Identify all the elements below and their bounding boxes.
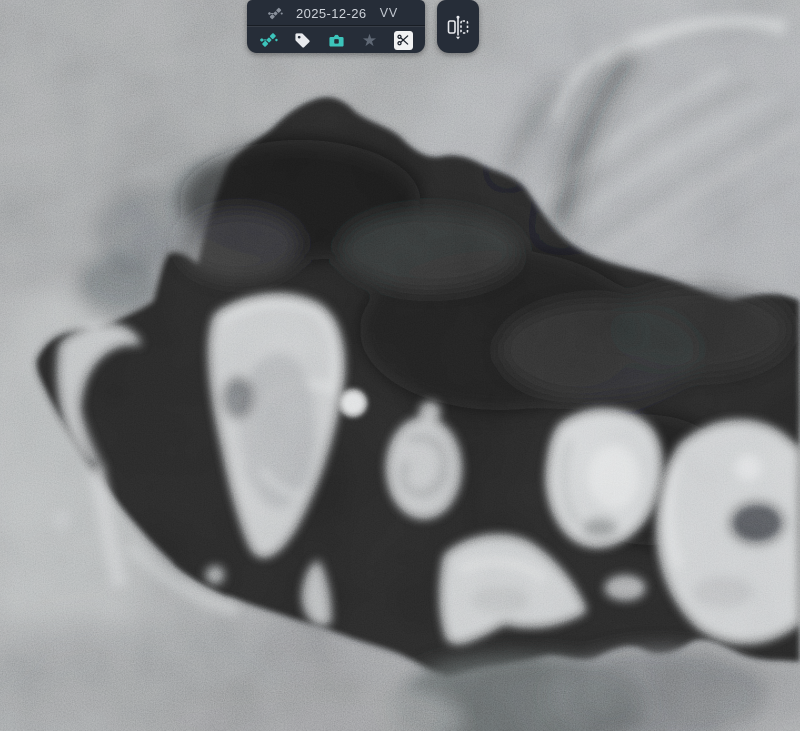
- viewer-window: 2025-12-26 VV: [0, 0, 800, 731]
- camera-icon: [328, 32, 345, 49]
- toolbar-actions-row: ★: [247, 27, 425, 53]
- sar-image: [0, 0, 800, 731]
- polarization-label: VV: [380, 6, 398, 20]
- star-icon: ★: [362, 32, 377, 49]
- compare-button[interactable]: [437, 0, 479, 53]
- satellite-icon: [268, 6, 283, 21]
- tag-icon: [294, 32, 311, 49]
- compare-split-icon: [446, 13, 470, 41]
- toolbar-info-row: 2025-12-26 VV: [247, 0, 425, 26]
- locate-satellite-button[interactable]: [257, 28, 281, 52]
- tag-button[interactable]: [291, 28, 315, 52]
- favorite-button[interactable]: ★: [358, 28, 382, 52]
- capture-date-label: 2025-12-26: [296, 6, 367, 21]
- crop-button[interactable]: [391, 28, 415, 52]
- image-toolbar: 2025-12-26 VV: [247, 0, 425, 53]
- scissors-icon: [394, 31, 413, 50]
- map-canvas[interactable]: [0, 0, 800, 731]
- screenshot-button[interactable]: [324, 28, 348, 52]
- satellite-icon: [260, 31, 278, 49]
